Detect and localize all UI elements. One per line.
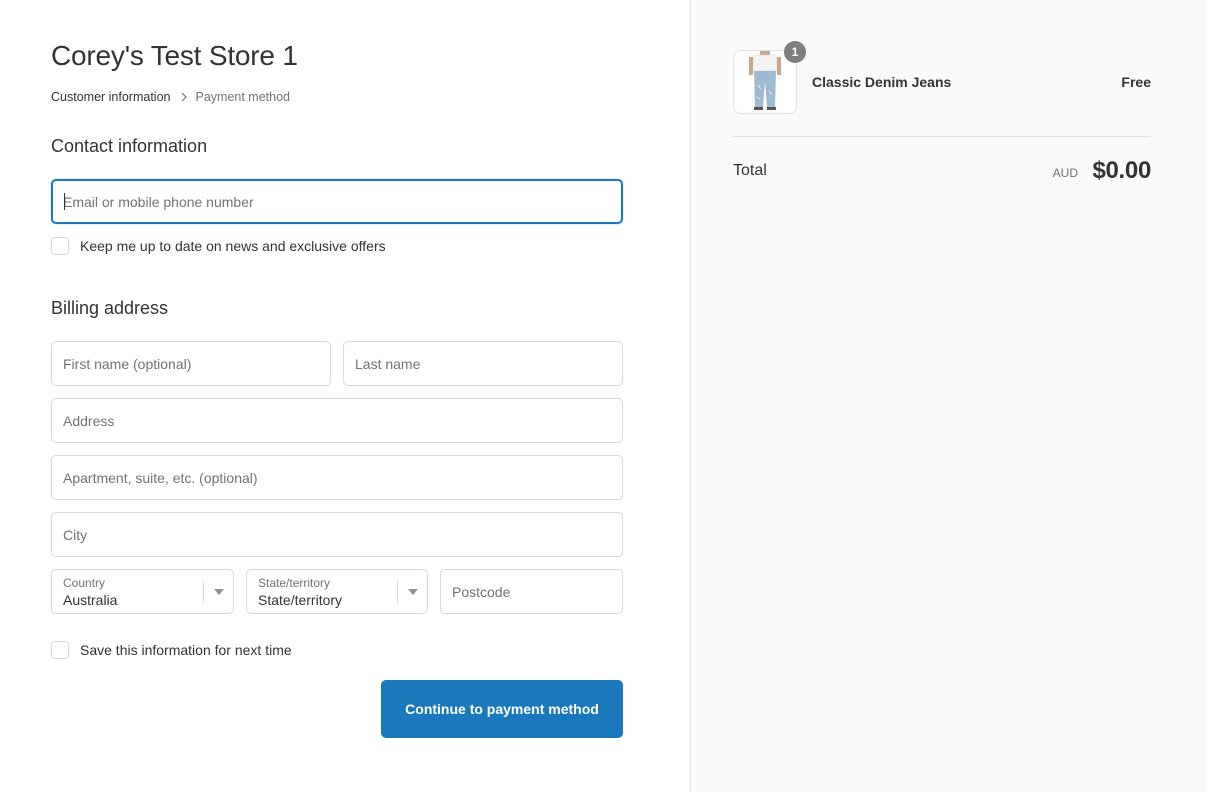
email-input[interactable] <box>53 181 621 222</box>
country-select[interactable]: Country Australia <box>51 569 234 614</box>
breadcrumb: Customer information Payment method <box>51 90 290 104</box>
store-title[interactable]: Corey's Test Store 1 <box>51 40 298 72</box>
country-value: Australia <box>63 592 118 608</box>
breadcrumb-payment-method: Payment method <box>195 90 291 104</box>
apartment-field[interactable] <box>51 455 623 500</box>
last-name-input[interactable] <box>344 342 622 385</box>
state-value: State/territory <box>258 592 343 608</box>
save-info-checkbox-row[interactable]: Save this information for next time <box>51 641 292 659</box>
product-price: Free <box>1121 74 1151 90</box>
newsletter-checkbox[interactable] <box>51 237 69 255</box>
first-name-field[interactable] <box>51 341 331 386</box>
save-info-checkbox[interactable] <box>51 641 69 659</box>
product-name: Classic Denim Jeans <box>812 74 952 90</box>
email-field[interactable] <box>51 179 623 224</box>
state-label: State/territory <box>258 576 331 590</box>
state-select[interactable]: State/territory State/territory <box>246 569 428 614</box>
continue-to-payment-button[interactable]: Continue to payment method <box>381 680 623 738</box>
total-amount: $0.00 <box>1092 157 1151 184</box>
city-input[interactable] <box>52 513 622 556</box>
address-field[interactable] <box>51 398 623 443</box>
product-thumbnail: 1 <box>733 41 806 114</box>
save-info-label: Save this information for next time <box>80 642 292 658</box>
last-name-field[interactable] <box>343 341 623 386</box>
postcode-input[interactable] <box>441 570 622 613</box>
select-divider <box>397 581 398 603</box>
newsletter-checkbox-row[interactable]: Keep me up to date on news and exclusive… <box>51 237 386 255</box>
contact-section-title: Contact information <box>51 136 208 156</box>
jeans-product-image <box>734 51 796 113</box>
newsletter-label: Keep me up to date on news and exclusive… <box>80 238 386 254</box>
caret-down-icon <box>214 589 224 595</box>
summary-divider <box>733 136 1151 137</box>
caret-down-icon <box>408 589 418 595</box>
first-name-input[interactable] <box>52 342 330 385</box>
address-input[interactable] <box>52 399 622 442</box>
quantity-badge: 1 <box>784 41 806 63</box>
total-label: Total <box>733 162 767 179</box>
city-field[interactable] <box>51 512 623 557</box>
postcode-field[interactable] <box>440 569 623 614</box>
country-label: Country <box>63 576 106 590</box>
checkout-main <box>0 0 690 792</box>
chevron-right-icon <box>181 92 187 102</box>
select-divider <box>203 581 204 603</box>
total-currency: AUD <box>1052 166 1078 180</box>
billing-section-title: Billing address <box>51 298 169 318</box>
order-summary-sidebar <box>690 0 1207 792</box>
apartment-input[interactable] <box>52 456 622 499</box>
breadcrumb-customer-information: Customer information <box>51 90 171 104</box>
text-caret <box>64 193 65 210</box>
